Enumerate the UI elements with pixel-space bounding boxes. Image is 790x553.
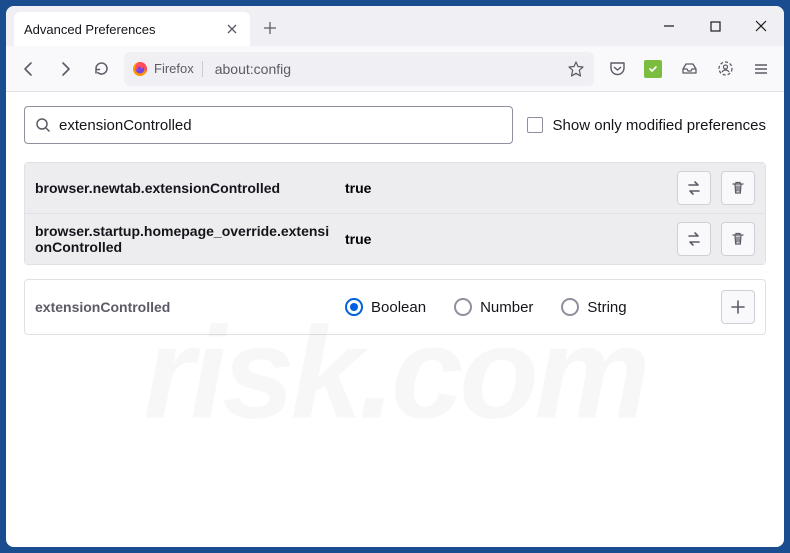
reload-button[interactable]: [84, 52, 118, 86]
radio-label: String: [587, 299, 626, 316]
swap-icon: [685, 230, 703, 248]
preference-name: browser.startup.homepage_override.extens…: [35, 223, 335, 255]
preference-row[interactable]: browser.newtab.extensionControlled true: [25, 163, 765, 213]
preference-search-box[interactable]: extensionControlled: [24, 106, 513, 144]
tab-advanced-preferences[interactable]: Advanced Preferences: [14, 12, 250, 46]
new-tab-button[interactable]: [254, 12, 286, 44]
radio-boolean[interactable]: Boolean: [345, 298, 426, 316]
new-preference-row: extensionControlled Boolean Number Strin…: [25, 280, 765, 334]
close-tab-icon[interactable]: [224, 21, 240, 37]
radio-string[interactable]: String: [561, 298, 626, 316]
identity-box[interactable]: Firefox: [132, 61, 203, 77]
radio-number[interactable]: Number: [454, 298, 533, 316]
toggle-button[interactable]: [677, 222, 711, 256]
reset-button[interactable]: [721, 222, 755, 256]
page-content: risk.com extensionControlled Show only m…: [6, 92, 784, 547]
search-input-value: extensionControlled: [59, 117, 192, 134]
extension-button[interactable]: [636, 52, 670, 86]
type-radio-group: Boolean Number String: [345, 298, 711, 316]
back-button[interactable]: [12, 52, 46, 86]
window-controls: [646, 6, 784, 46]
new-preference-name: extensionControlled: [35, 299, 335, 315]
preference-row[interactable]: browser.startup.homepage_override.extens…: [25, 213, 765, 264]
inbox-button[interactable]: [672, 52, 706, 86]
browser-window: Advanced Preferences: [6, 6, 784, 547]
forward-button[interactable]: [48, 52, 82, 86]
tab-title: Advanced Preferences: [24, 22, 218, 37]
tab-bar: Advanced Preferences: [6, 6, 784, 46]
maximize-button[interactable]: [692, 6, 738, 46]
url-text: about:config: [209, 61, 556, 77]
toggle-button[interactable]: [677, 171, 711, 205]
search-icon: [35, 117, 51, 133]
navigation-toolbar: Firefox about:config: [6, 46, 784, 92]
preferences-list: browser.newtab.extensionControlled true …: [24, 162, 766, 265]
search-row: extensionControlled Show only modified p…: [24, 106, 766, 144]
trash-icon: [730, 231, 746, 247]
swap-icon: [685, 179, 703, 197]
radio-icon: [561, 298, 579, 316]
radio-label: Boolean: [371, 299, 426, 316]
extension-icon: [644, 60, 662, 78]
preference-name: browser.newtab.extensionControlled: [35, 180, 335, 196]
preference-value: true: [345, 180, 667, 196]
minimize-button[interactable]: [646, 6, 692, 46]
identity-label: Firefox: [154, 61, 194, 76]
radio-icon: [345, 298, 363, 316]
preference-value: true: [345, 231, 667, 247]
pocket-button[interactable]: [600, 52, 634, 86]
trash-icon: [730, 180, 746, 196]
show-modified-label: Show only modified preferences: [553, 117, 766, 134]
radio-icon: [454, 298, 472, 316]
url-bar[interactable]: Firefox about:config: [124, 52, 594, 86]
new-preference-box: extensionControlled Boolean Number Strin…: [24, 279, 766, 335]
menu-button[interactable]: [744, 52, 778, 86]
add-preference-button[interactable]: [721, 290, 755, 324]
checkbox-icon: [527, 117, 543, 133]
show-modified-checkbox[interactable]: Show only modified preferences: [527, 117, 766, 134]
firefox-logo-icon: [132, 61, 148, 77]
bookmark-star-icon[interactable]: [562, 55, 590, 83]
reset-button[interactable]: [721, 171, 755, 205]
account-button[interactable]: [708, 52, 742, 86]
plus-icon: [730, 299, 746, 315]
radio-label: Number: [480, 299, 533, 316]
close-window-button[interactable]: [738, 6, 784, 46]
